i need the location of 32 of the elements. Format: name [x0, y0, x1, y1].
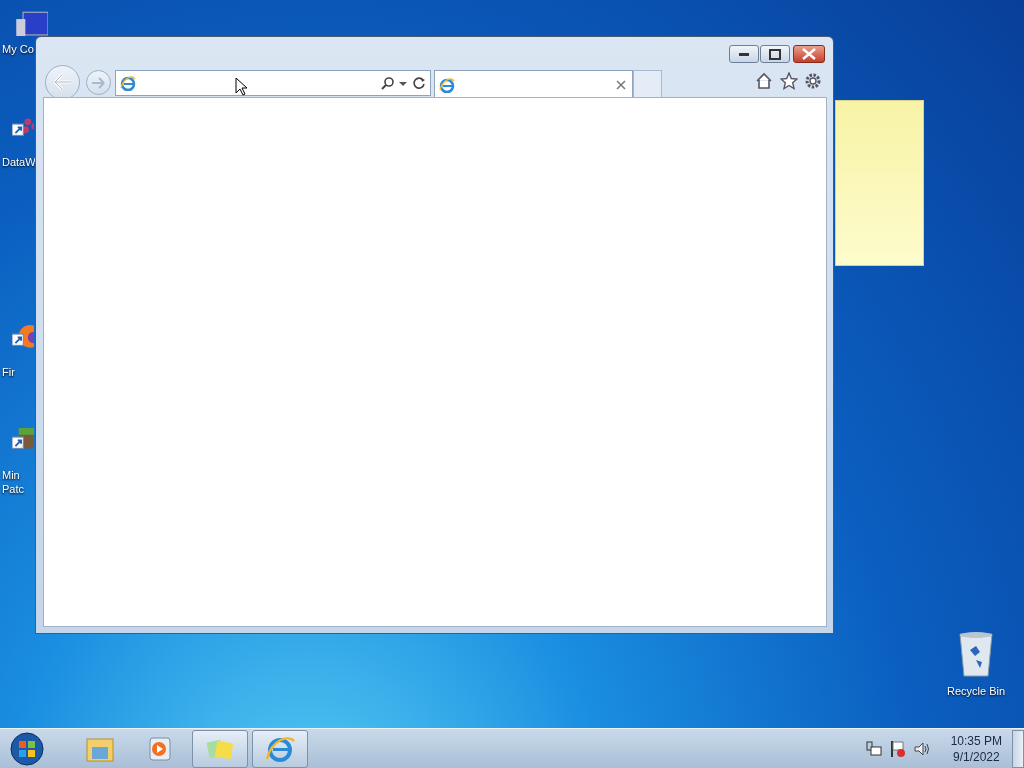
close-button[interactable] [793, 45, 825, 63]
settings-icon[interactable] [804, 72, 822, 90]
clock[interactable]: 10:35 PM 9/1/2022 [950, 732, 1002, 765]
minimize-button[interactable] [729, 45, 759, 63]
maximize-button[interactable] [760, 45, 790, 63]
taskbar-button[interactable] [252, 729, 308, 768]
clock-time: 10:35 PM [950, 732, 1002, 749]
clock-date: 9/1/2022 [951, 748, 1001, 765]
address-bar[interactable] [115, 70, 431, 96]
icon-label: My Co [1, 42, 34, 56]
show-desktop-button[interactable] [1012, 729, 1024, 768]
icon-label: Min Patc [1, 468, 24, 496]
page-icon [439, 76, 455, 93]
home-icon[interactable] [755, 72, 773, 90]
page-icon [120, 75, 136, 91]
recycle-bin-icon[interactable] [956, 630, 996, 678]
network-icon[interactable] [864, 739, 883, 758]
icon-label: DataW [1, 155, 36, 169]
maximize-icon [769, 48, 781, 60]
close-tab-icon[interactable] [616, 79, 626, 90]
icon-label: Fir [1, 365, 15, 379]
close-icon [802, 48, 816, 60]
refresh-icon[interactable] [412, 76, 426, 90]
icon-label: Recycle Bin [946, 684, 1006, 698]
minimize-icon [739, 52, 749, 56]
search-icon[interactable] [380, 76, 394, 90]
favorites-star-icon[interactable] [780, 72, 798, 90]
action-center-flag-icon[interactable] [888, 739, 907, 758]
mouse-cursor-icon [235, 77, 247, 96]
taskbar-button[interactable] [192, 729, 248, 768]
browser-tab[interactable] [434, 70, 633, 98]
computer-icon[interactable] [14, 10, 48, 36]
